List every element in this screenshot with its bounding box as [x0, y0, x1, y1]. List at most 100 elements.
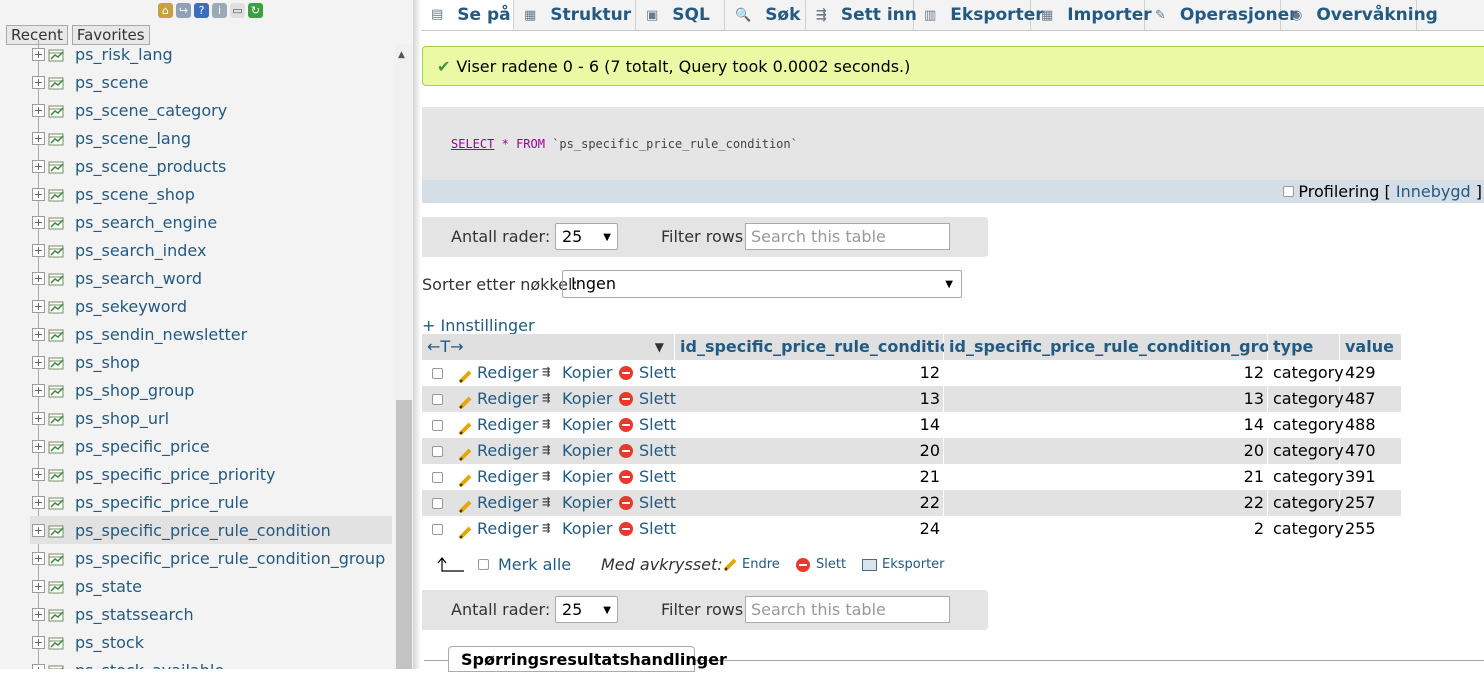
- sidebar-table-label[interactable]: ps_scene_products: [75, 157, 226, 176]
- reload-icon[interactable]: ↻: [248, 3, 263, 18]
- copy-row-link[interactable]: ⇶ Kopier: [542, 386, 613, 412]
- cell-type[interactable]: category: [1268, 438, 1344, 464]
- column-header-group[interactable]: id_specific_price_rule_condition_group: [944, 334, 1292, 360]
- cell-id[interactable]: 14: [675, 412, 944, 438]
- sidebar-table-item[interactable]: + ps_search_word: [30, 264, 392, 292]
- profiling-checkbox[interactable]: [1283, 186, 1295, 197]
- sidebar-table-label[interactable]: ps_specific_price: [75, 437, 210, 456]
- tab-eksporter[interactable]: ▥ Eksporter: [914, 0, 1044, 30]
- row-checkbox[interactable]: [432, 394, 443, 405]
- sidebar-table-item[interactable]: + ps_specific_price_priority: [30, 460, 392, 488]
- cell-value[interactable]: 488: [1340, 412, 1402, 438]
- sidebar-table-item[interactable]: + ps_stock: [30, 628, 392, 656]
- table-structure-icon[interactable]: [48, 551, 66, 566]
- table-structure-icon[interactable]: [48, 355, 66, 370]
- table-structure-icon[interactable]: [48, 579, 66, 594]
- delete-row-link[interactable]: Slett: [619, 464, 676, 490]
- table-structure-icon[interactable]: [48, 271, 66, 286]
- copy-row-link[interactable]: ⇶ Kopier: [542, 490, 613, 516]
- filter-input[interactable]: Search this table: [745, 223, 950, 250]
- sidebar-table-label[interactable]: ps_scene_category: [75, 101, 227, 120]
- expand-icon[interactable]: +: [32, 579, 45, 593]
- expand-icon[interactable]: +: [32, 467, 45, 481]
- table-structure-icon[interactable]: [48, 607, 66, 622]
- sidebar-table-item[interactable]: + ps_scene_category: [30, 96, 392, 124]
- cell-group[interactable]: 22: [944, 490, 1268, 516]
- tab-sett-inn[interactable]: ⇶ Sett inn: [806, 0, 917, 30]
- cell-id[interactable]: 24: [675, 516, 944, 542]
- sidebar-table-label[interactable]: ps_stock_available: [75, 661, 224, 670]
- sidebar-table-label[interactable]: ps_specific_price_rule_condition_group: [75, 549, 385, 568]
- delete-row-link[interactable]: Slett: [619, 438, 676, 464]
- expand-icon[interactable]: +: [32, 243, 45, 257]
- expand-icon[interactable]: +: [32, 215, 45, 229]
- table-structure-icon[interactable]: [48, 383, 66, 398]
- sidebar-table-item[interactable]: + ps_search_engine: [30, 208, 392, 236]
- copy-row-link[interactable]: ⇶ Kopier: [542, 438, 613, 464]
- sidebar-table-item[interactable]: + ps_scene_shop: [30, 180, 392, 208]
- copy-row-link[interactable]: ⇶ Kopier: [542, 516, 613, 542]
- cell-id[interactable]: 13: [675, 386, 944, 412]
- expand-icon[interactable]: +: [32, 411, 45, 425]
- sidebar-table-item[interactable]: + ps_specific_price: [30, 432, 392, 460]
- table-structure-icon[interactable]: [48, 439, 66, 454]
- table-structure-icon[interactable]: [48, 495, 66, 510]
- sort-select[interactable]: Ingen ▼: [562, 270, 962, 298]
- sidebar-table-item[interactable]: + ps_sekeyword: [30, 292, 392, 320]
- delete-row-link[interactable]: Slett: [619, 386, 676, 412]
- expand-icon[interactable]: +: [32, 131, 45, 145]
- table-structure-icon[interactable]: [48, 47, 66, 62]
- cell-value[interactable]: 470: [1340, 438, 1402, 464]
- copy-row-link[interactable]: ⇶ Kopier: [542, 412, 613, 438]
- table-structure-icon[interactable]: [48, 663, 66, 669]
- options-link[interactable]: + Innstillinger: [422, 316, 535, 335]
- edit-row-link[interactable]: Rediger: [458, 412, 538, 438]
- edit-row-link[interactable]: Rediger: [458, 386, 538, 412]
- column-arrows-icon[interactable]: ←T→: [427, 337, 464, 356]
- sql-select-keyword[interactable]: SELECT: [451, 137, 494, 151]
- expand-icon[interactable]: +: [32, 75, 45, 89]
- table-structure-icon[interactable]: [48, 411, 66, 426]
- sidebar-table-label[interactable]: ps_search_engine: [75, 213, 217, 232]
- settings-icon[interactable]: ▭: [230, 3, 245, 18]
- sidebar-table-label[interactable]: ps_specific_price_rule_condition: [75, 521, 331, 540]
- sidebar-table-item[interactable]: + ps_risk_lang: [30, 40, 392, 68]
- sidebar-scrollbar-thumb[interactable]: [396, 400, 412, 669]
- sidebar-table-label[interactable]: ps_statssearch: [75, 605, 194, 624]
- delete-row-link[interactable]: Slett: [619, 516, 676, 542]
- sidebar-table-label[interactable]: ps_shop: [75, 353, 140, 372]
- row-checkbox[interactable]: [432, 446, 443, 457]
- logout-icon[interactable]: ↪: [176, 3, 191, 18]
- row-checkbox[interactable]: [432, 420, 443, 431]
- expand-icon[interactable]: +: [32, 607, 45, 621]
- edit-row-link[interactable]: Rediger: [458, 438, 538, 464]
- sidebar-divider[interactable]: [413, 0, 421, 669]
- expand-icon[interactable]: +: [32, 47, 45, 61]
- tab-operasjoner[interactable]: ✎ Operasjoner: [1145, 0, 1298, 30]
- table-structure-icon[interactable]: [48, 103, 66, 118]
- sidebar-table-label[interactable]: ps_specific_price_priority: [75, 465, 276, 484]
- check-all-checkbox[interactable]: [478, 559, 489, 570]
- row-checkbox[interactable]: [432, 472, 443, 483]
- sidebar-table-item[interactable]: + ps_scene_lang: [30, 124, 392, 152]
- cell-id[interactable]: 21: [675, 464, 944, 490]
- sidebar-table-item[interactable]: + ps_scene: [30, 68, 392, 96]
- sidebar-table-item[interactable]: + ps_shop_group: [30, 376, 392, 404]
- sidebar-table-label[interactable]: ps_risk_lang: [75, 45, 173, 64]
- cell-value[interactable]: 429: [1340, 360, 1402, 386]
- expand-icon[interactable]: +: [32, 355, 45, 369]
- sidebar-table-item[interactable]: + ps_state: [30, 572, 392, 600]
- check-all-label[interactable]: Merk alle: [498, 555, 571, 574]
- expand-icon[interactable]: +: [32, 159, 45, 173]
- cell-group[interactable]: 20: [944, 438, 1268, 464]
- cell-value[interactable]: 257: [1340, 490, 1402, 516]
- cell-group[interactable]: 14: [944, 412, 1268, 438]
- sidebar-table-label[interactable]: ps_search_index: [75, 241, 206, 260]
- edit-row-link[interactable]: Rediger: [458, 516, 538, 542]
- sidebar-table-item[interactable]: + ps_scene_products: [30, 152, 392, 180]
- scroll-up-arrow-icon[interactable]: ▲: [398, 50, 405, 60]
- rows-select[interactable]: 25 ▼: [555, 596, 618, 623]
- profiling-inline-link[interactable]: Innebygd: [1396, 182, 1471, 201]
- delete-row-link[interactable]: Slett: [619, 490, 676, 516]
- cell-group[interactable]: 12: [944, 360, 1268, 386]
